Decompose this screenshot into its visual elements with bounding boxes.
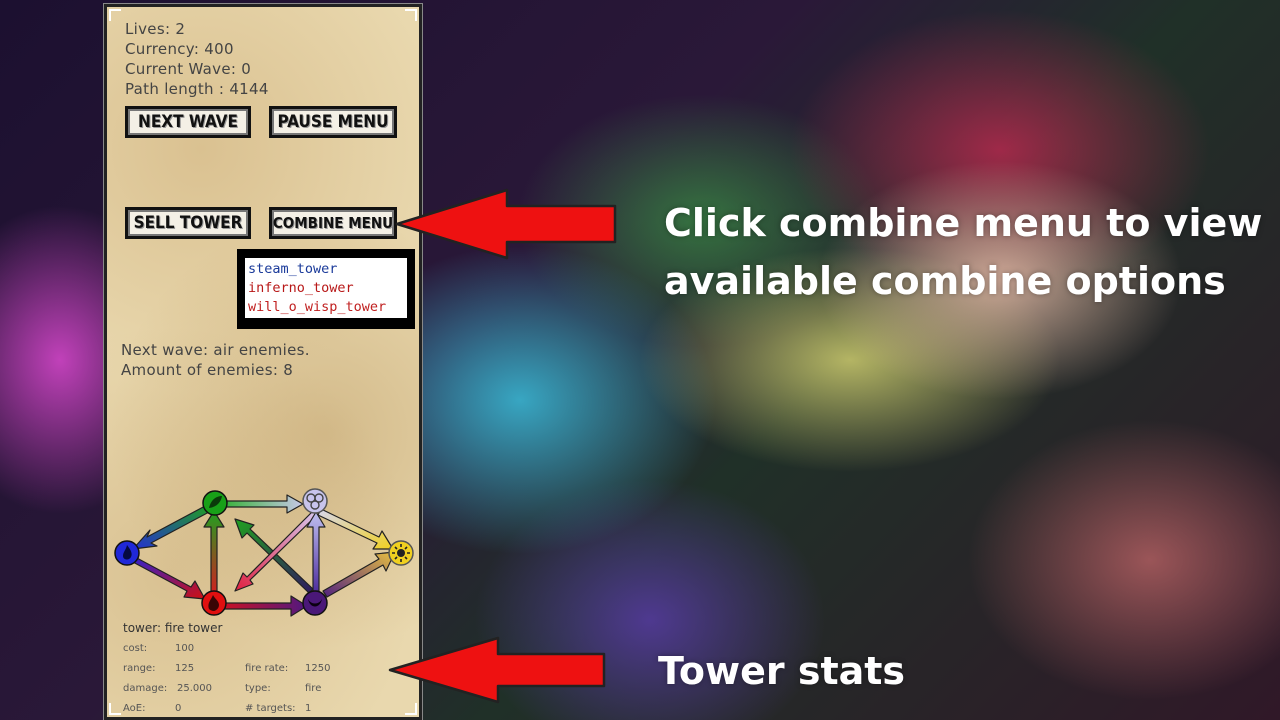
fire-icon[interactable] <box>201 590 227 616</box>
pause-menu-button[interactable]: PAUSE MENU <box>269 106 397 138</box>
type-label: type: <box>245 683 271 694</box>
aoe-value: 0 <box>175 703 182 714</box>
fire-rate-label: fire rate: <box>245 663 289 674</box>
sell-tower-button[interactable]: SELL TOWER <box>125 207 251 239</box>
combine-option-inferno[interactable]: inferno_tower <box>248 279 404 298</box>
panel-corner <box>405 9 417 21</box>
tower-name: tower: fire tower <box>123 621 223 635</box>
combine-option-steam[interactable]: steam_tower <box>248 260 404 279</box>
water-icon[interactable] <box>114 540 140 566</box>
cost-label: cost: <box>123 643 148 654</box>
cost-value: 100 <box>175 643 195 654</box>
fire-rate-value: 1250 <box>305 663 331 674</box>
panel-corner <box>405 703 417 715</box>
next-wave-button[interactable]: NEXT WAVE <box>125 106 251 138</box>
dark-icon[interactable] <box>302 590 328 616</box>
damage-label: damage: <box>123 683 168 694</box>
lives-text: Lives: 2 <box>125 20 186 38</box>
element-combination-diagram <box>114 488 414 617</box>
range-label: range: <box>123 663 156 674</box>
combine-option-wisp[interactable]: will_o_wisp_tower <box>248 298 404 317</box>
game-side-panel: Lives: 2 Currency: 400 Current Wave: 0 P… <box>103 3 423 720</box>
light-icon[interactable] <box>388 540 414 566</box>
current-wave-text: Current Wave: 0 <box>125 60 252 78</box>
panel-corner <box>109 703 121 715</box>
combine-options-list: steam_tower inferno_tower will_o_wisp_to… <box>237 249 415 329</box>
combine-arrow-icon <box>395 188 617 260</box>
targets-value: 1 <box>305 703 312 714</box>
combine-annotation-line2: available combine options <box>664 259 1226 303</box>
damage-value: 25.000 <box>177 683 212 694</box>
targets-label: # targets: <box>245 703 296 714</box>
stats-annotation: Tower stats <box>658 649 906 693</box>
enemy-amount-info: Amount of enemies: 8 <box>121 361 294 379</box>
stats-arrow-icon <box>388 636 606 704</box>
next-wave-info: Next wave: air enemies. <box>121 341 310 359</box>
nature-icon[interactable] <box>202 490 228 516</box>
aoe-label: AoE: <box>123 703 146 714</box>
path-length-text: Path length : 4144 <box>125 80 269 98</box>
type-value: fire <box>305 683 322 694</box>
currency-text: Currency: 400 <box>125 40 234 58</box>
combine-options-inner: steam_tower inferno_tower will_o_wisp_to… <box>245 258 407 318</box>
range-value: 125 <box>175 663 195 674</box>
panel-corner <box>109 9 121 21</box>
combine-annotation-line1: Click combine menu to view <box>664 201 1263 245</box>
air-icon[interactable] <box>302 488 328 514</box>
combine-menu-button[interactable]: COMBINE MENU <box>269 207 397 239</box>
